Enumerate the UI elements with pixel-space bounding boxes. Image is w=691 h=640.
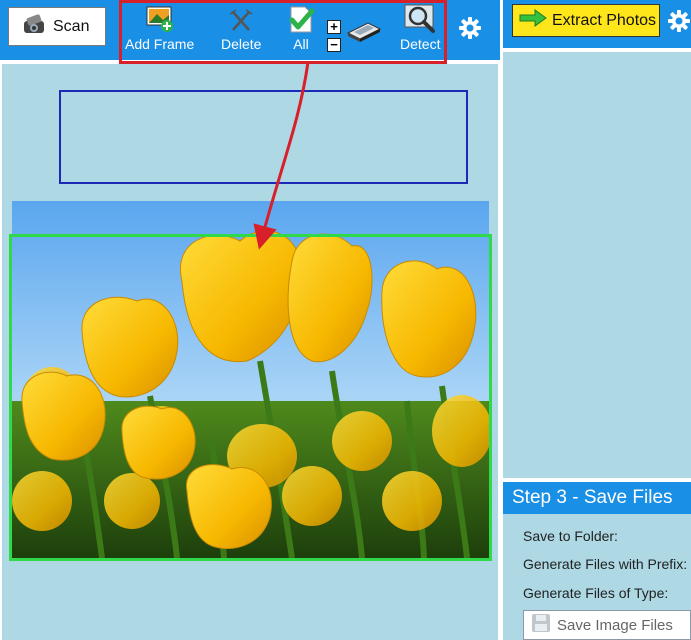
save-image-files-label: Save Image Files — [557, 616, 673, 634]
flatbed-scanner-button[interactable] — [346, 14, 382, 48]
detect-label: Detect — [400, 36, 441, 52]
save-to-folder-label: Save to Folder: — [523, 528, 618, 544]
gear-icon[interactable] — [458, 16, 482, 45]
flatbed-scanner-icon — [346, 14, 382, 48]
select-all-icon — [287, 2, 315, 36]
detect-icon — [403, 2, 437, 36]
delete-label: Delete — [221, 36, 262, 52]
all-label: All — [293, 36, 309, 52]
plus-icon[interactable]: + — [327, 20, 341, 34]
scan-label: Scan — [53, 17, 90, 35]
extract-photos-label: Extract Photos — [552, 11, 657, 29]
empty-selection-frame[interactable] — [59, 90, 468, 184]
floppy-disk-icon — [531, 613, 551, 637]
scan-button[interactable]: Scan — [8, 7, 106, 46]
step3-title: Step 3 - Save Files — [503, 482, 691, 514]
select-all-button[interactable]: All — [287, 2, 315, 52]
detect-button[interactable]: Detect — [400, 2, 440, 52]
detected-photo-frame[interactable] — [9, 234, 492, 561]
file-type-label: Generate Files of Type: — [523, 585, 669, 601]
delete-icon — [226, 2, 256, 36]
add-frame-button[interactable]: Add Frame — [125, 2, 194, 52]
save-image-files-button[interactable]: Save Image Files — [523, 610, 691, 640]
gear-icon[interactable] — [667, 9, 691, 38]
delete-button[interactable]: Delete — [221, 2, 261, 52]
add-frame-icon — [145, 2, 175, 36]
arrow-right-icon — [519, 9, 547, 32]
extract-photos-button[interactable]: Extract Photos — [512, 4, 660, 37]
minus-icon[interactable]: − — [327, 38, 341, 52]
add-frame-label: Add Frame — [125, 36, 195, 52]
scanner-icon — [21, 11, 47, 42]
extracted-photos-panel[interactable] — [503, 52, 691, 478]
prefix-label: Generate Files with Prefix: — [523, 556, 688, 572]
